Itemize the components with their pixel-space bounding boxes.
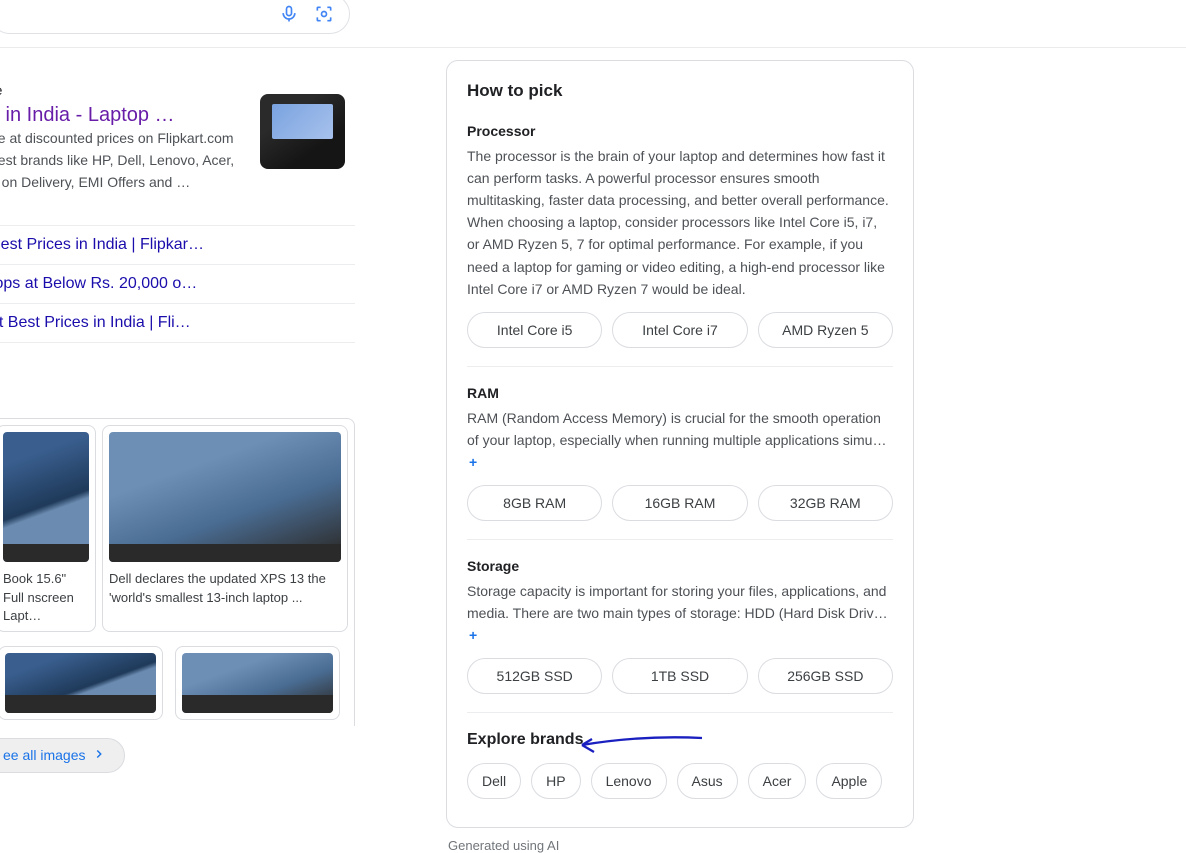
expand-icon[interactable]: + — [469, 454, 477, 470]
expand-icon[interactable]: + — [469, 627, 477, 643]
generated-using-ai-label: Generated using AI — [448, 838, 914, 853]
how-to-pick-card: How to pick Processor The processor is t… — [446, 60, 914, 828]
result-thumbnail[interactable] — [260, 94, 345, 169]
panel-title: How to pick — [467, 81, 893, 101]
image-result-card[interactable] — [175, 646, 340, 720]
result-snippet-line: n on Delivery, EMI Offers and … — [0, 174, 190, 190]
section-heading: Processor — [467, 123, 893, 139]
section-body-text: Storage capacity is important for storin… — [467, 583, 888, 621]
see-all-label: ee all images — [3, 747, 86, 763]
laptop-thumbnail — [3, 432, 89, 562]
filter-pill[interactable]: Intel Core i5 — [467, 312, 602, 348]
filter-pill[interactable]: AMD Ryzen 5 — [758, 312, 893, 348]
filter-pill[interactable]: 32GB RAM — [758, 485, 893, 521]
brand-pill[interactable]: Lenovo — [591, 763, 667, 799]
google-lens-icon[interactable] — [314, 4, 334, 24]
section-body: Storage capacity is important for storin… — [467, 580, 893, 646]
chevron-right-icon — [92, 747, 106, 764]
section-body: RAM (Random Access Memory) is crucial fo… — [467, 407, 893, 473]
result-sitelinks: Best Prices in India | Flipkar… tops at … — [0, 225, 355, 343]
laptop-thumbnail — [109, 432, 341, 562]
voice-search-icon[interactable] — [279, 4, 299, 24]
result-snippet-line: best brands like HP, Dell, Lenovo, Acer, — [0, 152, 234, 168]
section-storage: Storage Storage capacity is important fo… — [467, 539, 893, 694]
filter-pill[interactable]: 512GB SSD — [467, 658, 602, 694]
image-result-card[interactable]: Book 15.6" Full nscreen Lapt… — [0, 425, 96, 632]
pill-row: 8GB RAM 16GB RAM 32GB RAM — [467, 485, 893, 521]
sitelink[interactable]: at Best Prices in India | Fli… — [0, 303, 355, 343]
image-result-card[interactable] — [0, 646, 163, 720]
search-bar[interactable] — [0, 0, 350, 34]
result-title-link[interactable]: s in India - Laptop … — [0, 104, 175, 126]
filter-pill[interactable]: 8GB RAM — [467, 485, 602, 521]
brand-pill[interactable]: Apple — [816, 763, 882, 799]
section-heading: Storage — [467, 558, 893, 574]
brand-pill-row: Dell HP Lenovo Asus Acer Apple — [467, 763, 893, 799]
brand-pill[interactable]: Dell — [467, 763, 521, 799]
brand-pill[interactable]: HP — [531, 763, 580, 799]
section-ram: RAM RAM (Random Access Memory) is crucia… — [467, 366, 893, 521]
organic-result: re s in India - Laptop … ne at discounte… — [0, 82, 355, 358]
filter-pill[interactable]: 256GB SSD — [758, 658, 893, 694]
brands-heading: Explore brands — [467, 731, 893, 749]
sitelink[interactable]: Best Prices in India | Flipkar… — [0, 225, 355, 264]
filter-pill[interactable]: 1TB SSD — [612, 658, 747, 694]
section-body: The processor is the brain of your lapto… — [467, 145, 893, 300]
see-all-images-button[interactable]: ee all images — [0, 738, 125, 773]
search-results-column: re s in India - Laptop … ne at discounte… — [0, 82, 355, 773]
section-body-text: RAM (Random Access Memory) is crucial fo… — [467, 410, 886, 448]
brand-pill[interactable]: Acer — [748, 763, 807, 799]
result-snippet-line: ne at discounted prices on Flipkart.com — [0, 130, 234, 146]
header-divider — [0, 47, 1186, 48]
image-caption: Dell declares the updated XPS 13 the 'wo… — [109, 570, 341, 606]
sitelink[interactable]: tops at Below Rs. 20,000 o… — [0, 264, 355, 303]
filter-pill[interactable]: 16GB RAM — [612, 485, 747, 521]
laptop-thumbnail — [182, 653, 333, 713]
pill-row: 512GB SSD 1TB SSD 256GB SSD — [467, 658, 893, 694]
section-brands: Explore brands Dell HP Lenovo Asus Acer … — [467, 712, 893, 799]
section-heading: RAM — [467, 385, 893, 401]
knowledge-panel: How to pick Processor The processor is t… — [446, 60, 914, 853]
image-caption: Book 15.6" Full nscreen Lapt… — [3, 570, 89, 625]
image-result-card[interactable]: Dell declares the updated XPS 13 the 'wo… — [102, 425, 348, 632]
section-processor: Processor The processor is the brain of … — [467, 123, 893, 348]
pill-row: Intel Core i5 Intel Core i7 AMD Ryzen 5 — [467, 312, 893, 348]
laptop-thumbnail — [5, 653, 156, 713]
brand-pill[interactable]: Asus — [677, 763, 738, 799]
filter-pill[interactable]: Intel Core i7 — [612, 312, 747, 348]
image-results-grid: Book 15.6" Full nscreen Lapt… Dell decla… — [0, 418, 355, 726]
